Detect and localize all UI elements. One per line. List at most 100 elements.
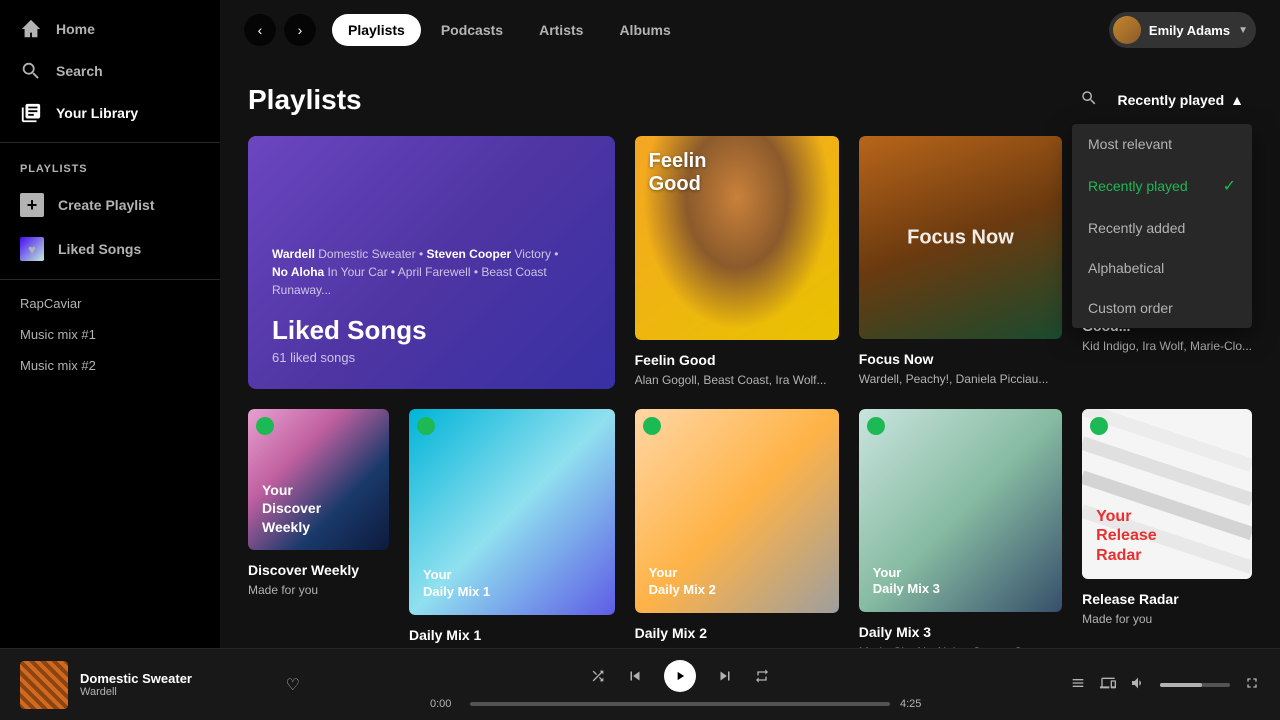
spotify-dot-3 xyxy=(867,417,885,435)
track-artist: Wardell xyxy=(80,686,274,698)
sort-dropdown-menu: Most relevant Recently played ✓ Recently… xyxy=(1072,124,1252,328)
prev-button[interactable] xyxy=(626,667,644,685)
daily-mix-2-name: Daily Mix 2 xyxy=(635,625,839,641)
dropdown-item-custom-order[interactable]: Custom order xyxy=(1072,288,1252,328)
daily-mix-3-image: YourDaily Mix 3 xyxy=(859,409,1062,612)
playlists-section-label: PLAYLISTS xyxy=(0,151,220,183)
user-area: Emily Adams ▼ xyxy=(1109,12,1256,48)
sidebar-item-music-mix-2[interactable]: Music mix #2 xyxy=(0,350,220,381)
release-radar-name: Release Radar xyxy=(1082,591,1252,607)
focus-now-name: Focus Now xyxy=(859,351,1062,367)
current-time: 0:00 xyxy=(430,698,460,710)
library-label: Your Library xyxy=(56,105,138,121)
filter-search-icon[interactable] xyxy=(1080,89,1098,112)
user-name: Emily Adams xyxy=(1149,23,1230,38)
daily-mix-3-name: Daily Mix 3 xyxy=(859,624,1062,640)
player-bar: Domestic Sweater Wardell ♡ xyxy=(0,648,1280,720)
next-button[interactable] xyxy=(716,667,734,685)
sidebar-divider xyxy=(0,142,220,143)
shuffle-button[interactable] xyxy=(590,668,606,684)
liked-songs-action[interactable]: ♥ Liked Songs xyxy=(0,227,220,271)
discover-weekly-name: Discover Weekly xyxy=(248,562,389,578)
dropdown-item-recently-played[interactable]: Recently played ✓ xyxy=(1072,164,1252,208)
devices-button[interactable] xyxy=(1100,675,1116,695)
track-thumbnail xyxy=(20,661,68,709)
playlist-card-feelin-good[interactable]: FeelinGood Feelin Good Alan Gogoll, Beas… xyxy=(635,136,839,389)
chevron-down-icon: ▼ xyxy=(1238,25,1248,36)
main-content: ‹ › Playlists Podcasts Artists Albums Em… xyxy=(220,0,1280,648)
fullscreen-button[interactable] xyxy=(1244,675,1260,695)
liked-songs-card[interactable]: Wardell Domestic Sweater • Steven Cooper… xyxy=(248,136,615,389)
home-icon xyxy=(20,18,42,40)
player-extras xyxy=(1060,675,1260,695)
release-radar-desc: Made for you xyxy=(1082,611,1252,628)
filter-area: Recently played ▲ Most relevant Recently… xyxy=(1080,88,1252,112)
sidebar: Home Search Your Library PLAYLISTS + Cre… xyxy=(0,0,220,648)
daily-mix-1-desc: Gene Evaro Jr, Thifany Kauany, April... xyxy=(409,647,615,648)
playlist-card-daily-mix-3[interactable]: YourDaily Mix 3 Daily Mix 3 Marie-Clo, N… xyxy=(859,409,1062,648)
user-badge[interactable]: Emily Adams ▼ xyxy=(1109,12,1256,48)
daily-mix-2-image: YourDaily Mix 2 xyxy=(635,409,839,613)
sidebar-item-music-mix-1[interactable]: Music mix #1 xyxy=(0,319,220,350)
volume-slider[interactable] xyxy=(1160,683,1230,687)
playlist-card-release-radar[interactable]: YourReleaseRadar Release Radar Made for … xyxy=(1082,409,1252,648)
progress-bar-area: 0:00 4:25 xyxy=(430,698,930,710)
playlist-card-discover-weekly[interactable]: YourDiscoverWeekly Discover Weekly Made … xyxy=(248,409,389,648)
progress-bar[interactable] xyxy=(470,702,890,706)
track-name: Domestic Sweater xyxy=(80,671,274,686)
sort-dropdown-button[interactable]: Recently played ▲ xyxy=(1110,88,1252,112)
liked-songs-title: Liked Songs xyxy=(272,315,591,346)
queue-button[interactable] xyxy=(1070,675,1086,695)
discover-weekly-label: YourDiscoverWeekly xyxy=(262,481,321,536)
create-playlist-action[interactable]: + Create Playlist xyxy=(0,183,220,227)
track-info: Domestic Sweater Wardell ♡ xyxy=(20,661,300,709)
volume-button[interactable] xyxy=(1130,675,1146,695)
total-time: 4:25 xyxy=(900,698,930,710)
playlist-card-daily-mix-2[interactable]: YourDaily Mix 2 Daily Mix 2 The Serious … xyxy=(635,409,839,648)
daily-mix-3-desc: Marie-Clo, No Aloha, Steven Cooper... xyxy=(859,644,1062,648)
daily-mix-2-desc: The Serious Hyenas, Lo Zo, Cilantro... xyxy=(635,645,839,648)
spotify-dot-1 xyxy=(417,417,435,435)
home-label: Home xyxy=(56,21,95,37)
forward-button[interactable]: › xyxy=(284,14,316,46)
release-radar-label: YourReleaseRadar xyxy=(1096,507,1157,565)
playlist-card-focus-now[interactable]: Focus Now Focus Now Wardell, Peachy!, Da… xyxy=(859,136,1062,389)
focus-now-image-label: Focus Now xyxy=(907,226,1014,249)
liked-songs-subtitle: 61 liked songs xyxy=(272,350,591,365)
dropdown-item-alphabetical[interactable]: Alphabetical xyxy=(1072,248,1252,288)
liked-songs-label: Liked Songs xyxy=(58,241,141,257)
plus-icon: + xyxy=(20,193,44,217)
like-track-button[interactable]: ♡ xyxy=(286,675,300,695)
nav-tabs: Playlists Podcasts Artists Albums xyxy=(332,14,687,46)
page-title: Playlists xyxy=(248,84,362,116)
tab-albums[interactable]: Albums xyxy=(603,14,686,46)
dropdown-item-recently-added[interactable]: Recently added xyxy=(1072,208,1252,248)
sidebar-divider-2 xyxy=(0,279,220,280)
sidebar-item-rapcaviar[interactable]: RapCaviar xyxy=(0,288,220,319)
feelin-good-name: Feelin Good xyxy=(635,352,839,368)
library-icon xyxy=(20,102,42,124)
dropdown-item-most-relevant[interactable]: Most relevant xyxy=(1072,124,1252,164)
page-header: Playlists Recently played ▲ Most xyxy=(248,84,1252,116)
avatar xyxy=(1113,16,1141,44)
tab-podcasts[interactable]: Podcasts xyxy=(425,14,519,46)
spotify-dot-rr xyxy=(1090,417,1108,435)
sidebar-item-search[interactable]: Search xyxy=(0,50,220,92)
play-pause-button[interactable] xyxy=(664,660,696,692)
feelin-good-desc: Alan Gogoll, Beast Coast, Ira Wolf... xyxy=(635,372,839,389)
playlist-card-daily-mix-1[interactable]: YourDaily Mix 1 Daily Mix 1 Gene Evaro J… xyxy=(409,409,615,648)
feelin-good-image: FeelinGood xyxy=(635,136,839,340)
feelin-good-image-label: FeelinGood xyxy=(649,150,707,196)
page-content: Playlists Recently played ▲ Most xyxy=(220,60,1280,648)
sidebar-item-library[interactable]: Your Library xyxy=(0,92,220,134)
repeat-button[interactable] xyxy=(754,668,770,684)
good-vibes-desc: Kid Indigo, Ira Wolf, Marie-Clo... xyxy=(1082,338,1252,355)
tab-artists[interactable]: Artists xyxy=(523,14,599,46)
daily-mix-1-label: YourDaily Mix 1 xyxy=(423,567,490,601)
back-button[interactable]: ‹ xyxy=(244,14,276,46)
sidebar-item-home[interactable]: Home xyxy=(0,8,220,50)
tab-playlists[interactable]: Playlists xyxy=(332,14,421,46)
daily-mix-2-label: YourDaily Mix 2 xyxy=(649,565,716,599)
daily-mix-1-image: YourDaily Mix 1 xyxy=(409,409,615,615)
player-controls: 0:00 4:25 xyxy=(300,660,1060,710)
